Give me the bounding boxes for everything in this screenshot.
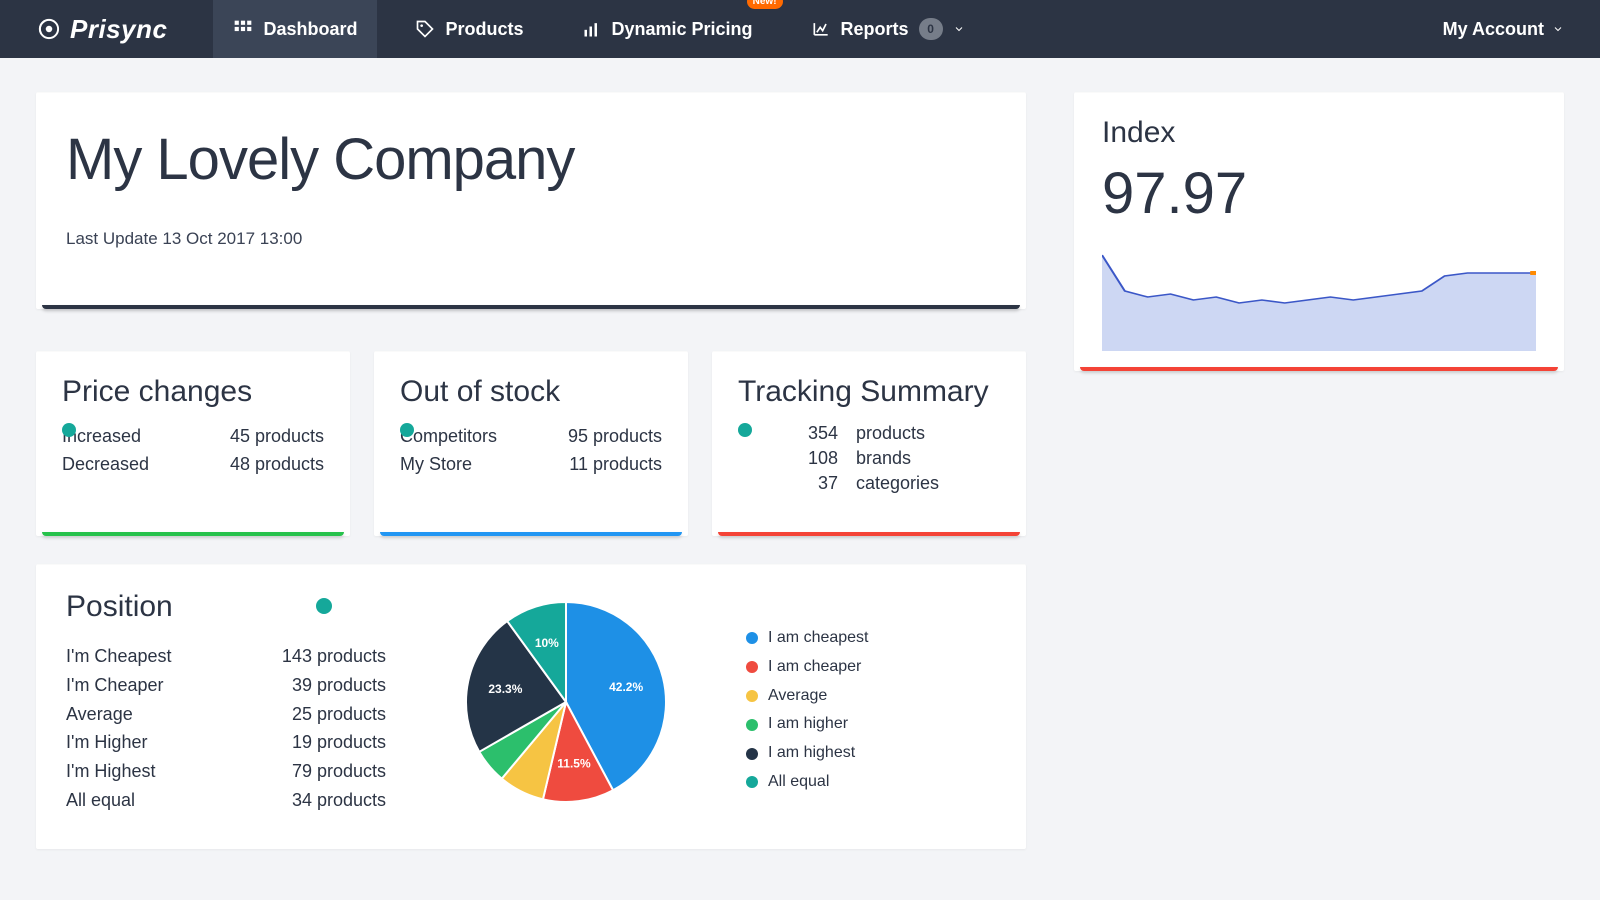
row-value: 79 products — [292, 757, 386, 786]
legend-label: I am highest — [768, 739, 855, 768]
brand-name: Prisync — [70, 14, 167, 45]
row-value: 34 products — [292, 786, 386, 815]
row-label: Decreased — [62, 451, 149, 479]
legend-label: I am cheaper — [768, 653, 861, 682]
nav-products[interactable]: Products — [395, 0, 543, 58]
legend-swatch — [746, 748, 758, 760]
nav-dashboard[interactable]: Dashboard — [213, 0, 377, 58]
card-title: Tracking Summary — [738, 375, 1000, 409]
row-value: 11 products — [569, 451, 662, 479]
nav-label: Dynamic Pricing — [612, 19, 753, 40]
row-value: 45 products — [230, 423, 324, 451]
svg-text:23.3%: 23.3% — [488, 682, 522, 696]
row-number: 37 — [778, 473, 838, 494]
chevron-down-icon — [953, 19, 965, 39]
nav-label: Reports — [841, 19, 909, 40]
legend-swatch — [746, 661, 758, 673]
position-card: Position I'm Cheapest 143 products I'm Ch… — [36, 564, 1026, 849]
page-title: My Lovely Company — [66, 126, 996, 193]
row-label: categories — [856, 473, 1000, 494]
reports-count: 0 — [919, 18, 943, 40]
card-title: Out of stock — [400, 375, 662, 409]
legend-label: I am higher — [768, 710, 848, 739]
row-label: I'm Higher — [66, 728, 147, 757]
row-value: 143 products — [282, 642, 386, 671]
pie-legend: I am cheapest I am cheaper Average I am … — [746, 590, 996, 815]
nav-reports[interactable]: Reports 0 — [791, 0, 985, 58]
row-label: products — [856, 423, 1000, 444]
card-underline — [380, 532, 682, 536]
row-value: 19 products — [292, 728, 386, 757]
legend-swatch — [746, 632, 758, 644]
row-label: I'm Cheaper — [66, 671, 163, 700]
grid-icon — [233, 19, 253, 39]
row-label: brands — [856, 448, 1000, 469]
legend-swatch — [746, 776, 758, 788]
nav-dynamic-pricing[interactable]: Dynamic Pricing New! — [562, 0, 773, 58]
legend-swatch — [746, 690, 758, 702]
svg-text:42.2%: 42.2% — [609, 680, 643, 694]
card-underline — [718, 532, 1020, 536]
new-badge: New! — [747, 0, 783, 9]
chevron-down-icon — [1552, 19, 1564, 39]
last-update: Last Update 13 Oct 2017 13:00 — [66, 229, 996, 249]
nav-account[interactable]: My Account — [1423, 0, 1564, 58]
row-value: 25 products — [292, 700, 386, 729]
card-title: Index — [1102, 116, 1536, 150]
card-underline — [42, 532, 344, 536]
row-value: 48 products — [230, 451, 324, 479]
account-label: My Account — [1443, 19, 1544, 40]
legend-label: Average — [768, 682, 827, 711]
card-title: Price changes — [62, 375, 324, 409]
svg-text:10%: 10% — [535, 636, 559, 650]
tag-icon — [415, 19, 435, 39]
brand-logo[interactable]: Prisync — [36, 14, 167, 45]
chart-icon — [811, 19, 831, 39]
legend-label: All equal — [768, 768, 829, 797]
row-value: 95 products — [568, 423, 662, 451]
legend-label: I am cheapest — [768, 624, 869, 653]
svg-text:11.5%: 11.5% — [557, 757, 591, 771]
row-label: Competitors — [400, 423, 497, 451]
row-label: I'm Cheapest — [66, 642, 172, 671]
top-nav: Prisync Dashboard Products Dynamic Prici… — [0, 0, 1600, 58]
row-label: Average — [66, 700, 133, 729]
nav-label: Dashboard — [263, 19, 357, 40]
company-header-card: My Lovely Company Last Update 13 Oct 201… — [36, 92, 1026, 309]
status-dot-icon — [316, 598, 332, 614]
status-dot-icon — [738, 423, 752, 437]
status-dot-icon — [400, 423, 414, 437]
index-value: 97.97 — [1102, 160, 1536, 227]
row-value: 39 products — [292, 671, 386, 700]
index-sparkline — [1102, 231, 1536, 351]
status-dot-icon — [62, 423, 76, 437]
legend-swatch — [746, 719, 758, 731]
card-title: Position — [66, 590, 386, 624]
row-label: My Store — [400, 451, 472, 479]
index-card[interactable]: Index 97.97 — [1074, 92, 1564, 371]
row-label: All equal — [66, 786, 135, 815]
out-of-stock-card[interactable]: Out of stock Competitors 95 products My S… — [374, 351, 688, 536]
row-number: 354 — [778, 423, 838, 444]
bars-icon — [582, 19, 602, 39]
nav-label: Products — [445, 19, 523, 40]
row-number: 108 — [778, 448, 838, 469]
brand-mark-icon — [36, 16, 62, 42]
price-changes-card[interactable]: Price changes Increased45 products Decre… — [36, 351, 350, 536]
tracking-summary-card[interactable]: Tracking Summary 354 products 108 brands 3… — [712, 351, 1026, 536]
position-pie-chart: 42.2% 11.5% 23.3% 10% — [456, 592, 676, 812]
row-label: I'm Highest — [66, 757, 155, 786]
